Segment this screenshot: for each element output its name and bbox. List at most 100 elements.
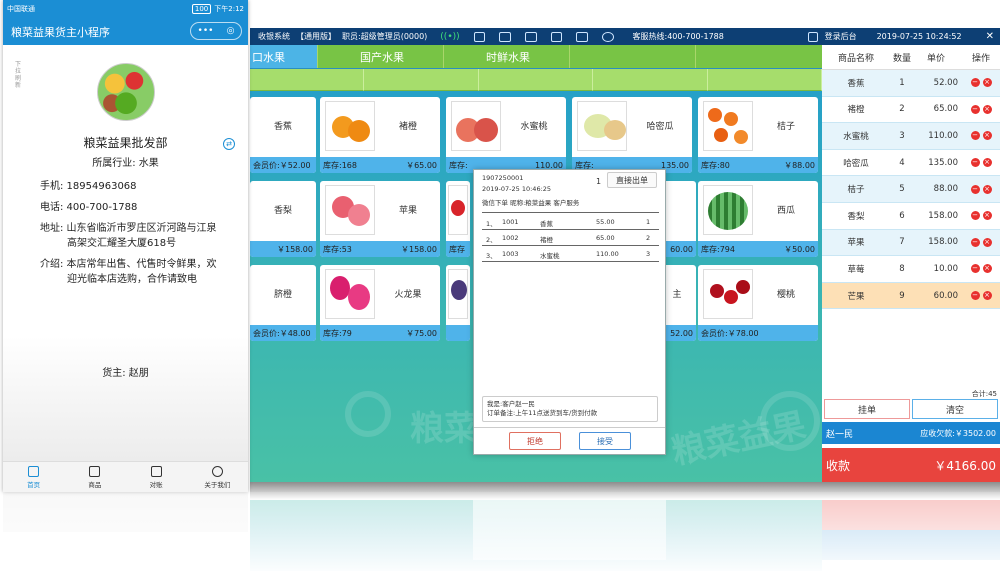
lock-icon[interactable]	[499, 31, 511, 42]
product-stock: 库存:53	[323, 244, 352, 254]
minus-icon[interactable]: −	[970, 104, 980, 114]
subcategory-slot[interactable]	[250, 69, 365, 91]
product-card[interactable]: 褚橙 库存:168 ￥65.00	[320, 97, 440, 173]
product-card[interactable]: 哈密瓜 库存: 135.00	[572, 97, 692, 173]
customer-bar[interactable]: 赵一民 应收欠款:￥3502.00	[822, 422, 1000, 444]
product-card[interactable]: 60.00	[662, 181, 696, 257]
help-icon[interactable]	[601, 31, 614, 42]
tab-seasonal-fruit[interactable]: 时鲜水果	[444, 45, 570, 68]
table-row[interactable]: 香蕉 1 52.00 − ×	[822, 70, 1000, 97]
product-card[interactable]: 脐橙 会员价:￥48.00	[250, 265, 316, 341]
checkout-button[interactable]: 收款 ￥4166.00	[822, 448, 1000, 482]
product-card[interactable]: 水蜜桃 库存: 110.00	[446, 97, 566, 173]
minus-icon[interactable]: −	[970, 237, 980, 247]
delete-icon[interactable]: ×	[982, 158, 992, 168]
product-card[interactable]: 苹果 库存:53 ￥158.00	[320, 181, 440, 257]
product-card[interactable]: 樱桃 会员价:￥78.00	[698, 265, 818, 341]
shirt-icon[interactable]	[473, 31, 486, 42]
mini-program-phone: 中国联通 100 下午2:12 粮菜益果货主小程序 ••• ◎ 下拉刷新 粮菜益果…	[3, 0, 248, 492]
pull-refresh-hint: 下拉刷新	[15, 61, 22, 89]
product-card[interactable]: 火龙果 库存:79 ￥75.00	[320, 265, 440, 341]
hold-button[interactable]: 挂单	[824, 399, 910, 419]
tab-home[interactable]: 首页	[3, 462, 64, 492]
delete-icon[interactable]: ×	[982, 104, 992, 114]
table-row-selected[interactable]: 芒果 9 60.00 − ×	[822, 282, 1000, 310]
pos-window: 收银系统 【通用版】 职员:超级管理员(0000) ((•)) 客服热线:400…	[250, 28, 1000, 482]
delete-icon[interactable]: ×	[982, 264, 992, 274]
tab-domestic-fruit[interactable]: 国产水果	[318, 45, 444, 68]
subcategory-slot[interactable]	[478, 69, 594, 91]
item-code: 1001	[502, 218, 519, 226]
minus-icon[interactable]: −	[970, 158, 980, 168]
industry-label: 所属行业: 水果	[92, 158, 159, 169]
table-row[interactable]: 苹果 7 158.00 − ×	[822, 229, 1000, 257]
tab-imported-fruit[interactable]: 口水果	[250, 45, 318, 68]
minus-icon[interactable]: −	[970, 291, 980, 301]
delete-icon[interactable]: ×	[982, 211, 992, 221]
product-photo	[451, 101, 501, 151]
row-qty: 1	[899, 77, 905, 88]
more-icon[interactable]: •••	[198, 26, 214, 36]
minus-icon[interactable]: −	[970, 264, 980, 274]
item-index: 3、	[486, 252, 497, 260]
minus-icon[interactable]: −	[970, 184, 980, 194]
tab-reconcile[interactable]: 对账	[126, 462, 187, 492]
product-card[interactable]	[446, 265, 470, 341]
direct-out-button[interactable]: 直接出单	[607, 172, 657, 188]
clear-button[interactable]: 清空	[912, 399, 998, 419]
tab-about[interactable]: 关于我们	[187, 462, 248, 492]
tab-empty-1[interactable]	[570, 45, 696, 68]
tab-label: 对账	[149, 480, 163, 489]
avatar	[97, 63, 155, 121]
system-name: 收银系统	[258, 32, 290, 41]
table-row[interactable]: 水蜜桃 3 110.00 − ×	[822, 123, 1000, 150]
login-back-button[interactable]: 登录后台	[825, 31, 857, 42]
table-row[interactable]: 草莓 8 10.00 − ×	[822, 256, 1000, 283]
subcategory-slot[interactable]	[364, 69, 479, 91]
notes-icon[interactable]	[576, 31, 588, 42]
minus-icon[interactable]: −	[970, 78, 980, 88]
minus-icon[interactable]: −	[970, 131, 980, 141]
product-card[interactable]: 库存	[446, 181, 470, 257]
product-price: ￥65.00	[406, 160, 437, 170]
table-row[interactable]: 哈密瓜 4 135.00 − ×	[822, 150, 1000, 177]
document-icon[interactable]	[524, 31, 537, 42]
remark-line: 订单备注:上午11点送货到车/货到付款	[487, 409, 598, 417]
product-name: 桔子	[776, 122, 795, 132]
reject-button[interactable]: 拒绝	[509, 432, 561, 450]
product-stock: 会员价:￥52.00	[253, 160, 311, 170]
row-price: 52.00	[933, 77, 958, 88]
row-name: 哈密瓜	[843, 158, 869, 169]
delete-icon[interactable]: ×	[982, 78, 992, 88]
product-card[interactable]: 香蕉 会员价:￥52.00	[250, 97, 316, 173]
close-icon[interactable]: ✕	[986, 31, 994, 42]
table-row[interactable]: 褚橙 2 65.00 − ×	[822, 97, 1000, 124]
table-row[interactable]: 桔子 5 88.00 − ×	[822, 176, 1000, 203]
product-card[interactable]: 西瓜 库存:794 ￥50.00	[698, 181, 818, 257]
switch-icon[interactable]: ⇄	[223, 138, 235, 150]
product-card[interactable]: 桔子 库存:80 ￥88.00	[698, 97, 818, 173]
delete-icon[interactable]: ×	[982, 237, 992, 247]
product-card[interactable]: 香梨 ￥158.00	[250, 181, 316, 257]
tab-empty-2[interactable]	[696, 45, 822, 68]
accept-button[interactable]: 接受	[579, 432, 631, 450]
row-qty: 2	[899, 104, 905, 115]
row-price: 110.00	[928, 130, 958, 141]
item-qty: 1	[646, 218, 651, 226]
divider	[482, 261, 659, 262]
delete-icon[interactable]: ×	[982, 184, 992, 194]
monitor-icon	[807, 31, 818, 42]
capsule-menu[interactable]: ••• ◎	[190, 22, 242, 40]
product-card[interactable]: 主 52.00	[662, 265, 696, 341]
tab-products[interactable]: 商品	[64, 462, 125, 492]
row-price: 135.00	[928, 157, 958, 168]
minus-icon[interactable]: −	[970, 211, 980, 221]
member-icon[interactable]	[550, 31, 563, 42]
subcategory-slot[interactable]	[593, 69, 708, 91]
close-target-icon[interactable]: ◎	[227, 26, 235, 36]
delete-icon[interactable]: ×	[982, 131, 992, 141]
table-row[interactable]: 香梨 6 158.00 − ×	[822, 203, 1000, 230]
subcategory-slot[interactable]	[707, 69, 823, 91]
divider	[474, 427, 665, 428]
delete-icon[interactable]: ×	[982, 291, 992, 301]
